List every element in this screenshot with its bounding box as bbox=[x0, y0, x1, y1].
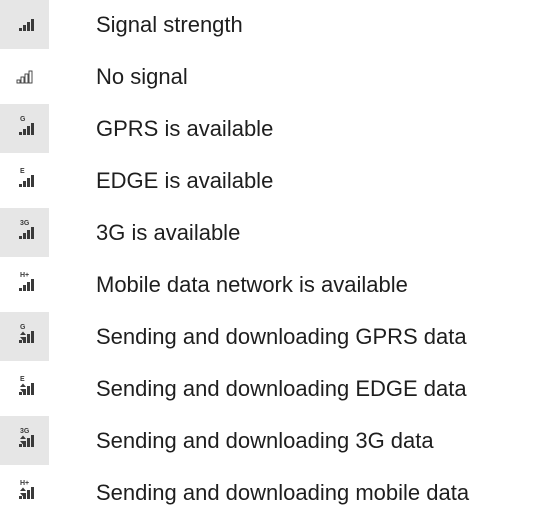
legend-label: Sending and downloading EDGE data bbox=[96, 376, 467, 401]
legend-row: H+ Sending and downloading mobile data bbox=[0, 468, 559, 520]
3g-signal-icon: 3G bbox=[0, 208, 49, 257]
signal-bar bbox=[20, 76, 25, 84]
network-type-badge: G bbox=[20, 324, 26, 331]
gprs-signal-icon: G bbox=[0, 104, 49, 153]
legend-row: No signal bbox=[0, 52, 559, 104]
upload-arrow-icon bbox=[20, 487, 26, 491]
signal-bar bbox=[19, 184, 22, 187]
3g-data-transfer-icon: 3G bbox=[0, 416, 49, 465]
network-type-badge: G bbox=[20, 116, 26, 123]
signal-bar bbox=[19, 28, 22, 31]
signal-bar bbox=[19, 236, 22, 239]
signal-bar bbox=[19, 496, 22, 499]
signal-bar bbox=[19, 288, 22, 291]
legend-label: No signal bbox=[96, 64, 188, 89]
signal-bar bbox=[31, 487, 34, 499]
legend-label: Sending and downloading mobile data bbox=[96, 480, 470, 505]
signal-bar bbox=[27, 178, 30, 187]
signal-bar bbox=[27, 230, 30, 239]
legend-row: E EDGE is available bbox=[0, 156, 559, 208]
signal-bar bbox=[23, 233, 26, 239]
legend-label: 3G is available bbox=[96, 220, 241, 245]
signal-bar bbox=[24, 73, 29, 84]
signal-bar bbox=[31, 279, 34, 291]
legend-label: EDGE is available bbox=[96, 168, 274, 193]
legend-label: GPRS is available bbox=[96, 116, 274, 141]
legend-row: 3G 3G is available bbox=[0, 208, 559, 260]
legend-row: G GPRS is available bbox=[0, 104, 559, 156]
signal-bar bbox=[19, 444, 22, 447]
network-type-badge: H+ bbox=[20, 272, 29, 279]
signal-bar bbox=[16, 79, 21, 84]
signal-bar bbox=[27, 386, 30, 395]
network-type-badge: H+ bbox=[20, 480, 29, 487]
legend-row: E Sending and downloading EDGE data bbox=[0, 364, 559, 416]
signal-bar bbox=[31, 435, 34, 447]
edge-signal-icon: E bbox=[0, 156, 49, 205]
upload-arrow-icon bbox=[20, 331, 26, 335]
edge-data-transfer-icon: E bbox=[0, 364, 49, 413]
legend-row: 3G Sending and downloading 3G data bbox=[0, 416, 559, 468]
legend-label: Sending and downloading 3G data bbox=[96, 428, 434, 453]
signal-bar bbox=[23, 25, 26, 31]
network-type-badge: 3G bbox=[20, 220, 30, 227]
signal-bar bbox=[19, 132, 22, 135]
signal-bar bbox=[31, 123, 34, 135]
legend-row: Signal strength bbox=[0, 0, 559, 52]
status-icon-legend: Signal strength No signal G GPRS is avai… bbox=[0, 0, 559, 508]
signal-bar bbox=[31, 19, 34, 31]
hplus-signal-icon: H+ bbox=[0, 260, 49, 309]
no-signal-icon bbox=[0, 52, 49, 101]
hplus-data-transfer-icon: H+ bbox=[0, 468, 49, 517]
signal-bar bbox=[27, 490, 30, 499]
legend-row: H+ Mobile data network is available bbox=[0, 260, 559, 312]
legend-label: Mobile data network is available bbox=[96, 272, 408, 297]
signal-strength-icon bbox=[0, 0, 49, 49]
gprs-data-transfer-icon: G bbox=[0, 312, 49, 361]
signal-bar bbox=[23, 285, 26, 291]
signal-bar bbox=[31, 383, 34, 395]
upload-arrow-icon bbox=[20, 383, 26, 387]
legend-label: Signal strength bbox=[96, 12, 243, 37]
signal-bar bbox=[31, 175, 34, 187]
signal-bar bbox=[27, 334, 30, 343]
network-type-badge: E bbox=[20, 168, 25, 175]
signal-bar bbox=[27, 438, 30, 447]
signal-bar bbox=[27, 22, 30, 31]
signal-bar bbox=[23, 129, 26, 135]
network-type-badge: E bbox=[20, 376, 25, 383]
legend-label: Sending and downloading GPRS data bbox=[96, 324, 467, 349]
signal-bar bbox=[19, 392, 22, 395]
signal-bar bbox=[28, 70, 33, 84]
signal-bar bbox=[23, 181, 26, 187]
legend-row: G Sending and downloading GPRS data bbox=[0, 312, 559, 364]
network-type-badge: 3G bbox=[20, 428, 30, 435]
upload-arrow-icon bbox=[20, 435, 26, 439]
signal-bar bbox=[27, 126, 30, 135]
signal-bar bbox=[31, 227, 34, 239]
signal-bar bbox=[19, 340, 22, 343]
signal-bar bbox=[27, 282, 30, 291]
signal-bar bbox=[31, 331, 34, 343]
